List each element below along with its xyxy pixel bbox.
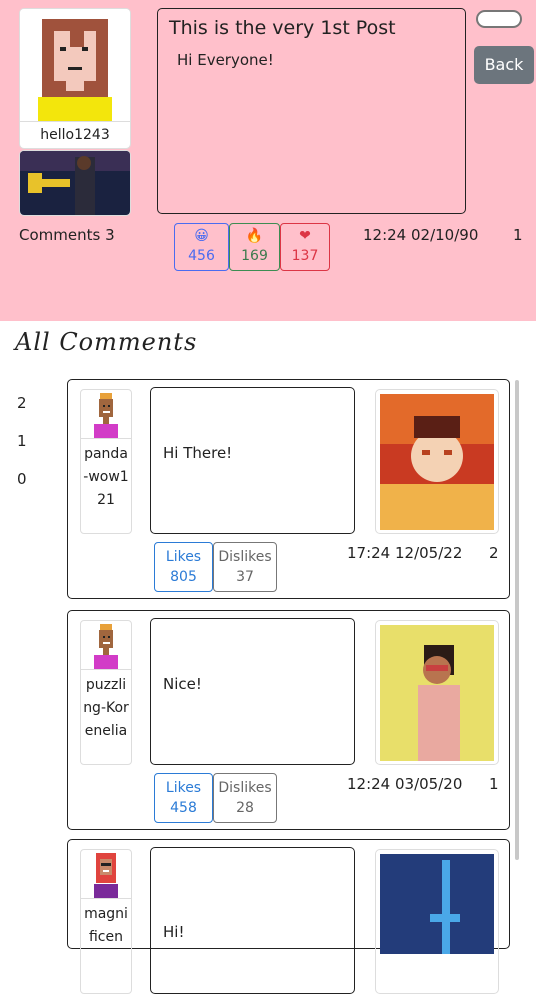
comment-text: Hi! <box>163 923 185 941</box>
reaction-count: 169 <box>241 248 268 264</box>
reaction-grinning-button[interactable]: 😀 456 <box>174 223 229 271</box>
dislikes-button[interactable]: Dislikes 28 <box>213 773 277 823</box>
post-content-box: This is the very 1st Post Hi Everyone! <box>157 8 466 214</box>
avatar <box>94 393 118 438</box>
scrollbar[interactable] <box>515 380 519 860</box>
comment-timestamp: 17:24 12/05/22 <box>347 544 463 562</box>
post-number: 1 <box>513 226 523 244</box>
post-timestamp: 12:24 02/10/90 <box>363 226 479 244</box>
post-area: hello1243 This is the very 1st Post Hi E… <box>0 0 536 321</box>
likes-label: Likes <box>165 549 202 565</box>
comment-image <box>375 389 499 534</box>
likes-button[interactable]: Likes 805 <box>154 542 213 592</box>
comment-card: puzzling-Korenelia Nice! Likes 458 Disli… <box>67 610 510 830</box>
commenter-avatar-card[interactable]: magnificen <box>80 849 132 994</box>
comment-number: 1 <box>489 775 499 793</box>
pagination: 2 1 0 <box>17 394 27 508</box>
reaction-count: 137 <box>291 248 319 264</box>
comment-text-box: Hi There! <box>150 387 355 534</box>
likes-count: 805 <box>170 569 197 585</box>
post-title: This is the very 1st Post <box>169 17 396 39</box>
post-author-avatar-card[interactable]: hello1243 <box>19 8 131 149</box>
all-comments-heading: All Comments <box>15 328 198 356</box>
grinning-face-icon: 😀 <box>194 228 209 244</box>
dislikes-count: 37 <box>236 569 254 585</box>
commenter-avatar-card[interactable]: panda-wow121 <box>80 389 132 534</box>
page-number[interactable]: 0 <box>17 470 27 508</box>
avatar <box>94 624 118 669</box>
comment-image <box>375 620 499 765</box>
fire-icon: 🔥 <box>245 228 264 244</box>
back-button[interactable]: Back <box>474 46 534 84</box>
comment-text-box: Nice! <box>150 618 355 765</box>
likes-button[interactable]: Likes 458 <box>154 773 213 823</box>
reaction-heart-button[interactable]: ❤ 137 <box>280 223 330 271</box>
likes-label: Likes <box>165 780 202 796</box>
toggle-switch[interactable] <box>476 10 522 28</box>
reaction-fire-button[interactable]: 🔥 169 <box>229 223 280 271</box>
dislikes-count: 28 <box>236 800 254 816</box>
post-author-username[interactable]: hello1243 <box>20 121 130 148</box>
comment-card: magnificen Hi! <box>67 839 510 994</box>
avatar <box>20 9 130 121</box>
heart-icon: ❤ <box>299 228 311 244</box>
comment-number: 2 <box>489 544 499 562</box>
commenter-avatar-card[interactable]: puzzling-Korenelia <box>80 620 132 765</box>
dislikes-label: Dislikes <box>218 780 272 796</box>
page-number[interactable]: 1 <box>17 432 27 470</box>
comment-card: panda-wow121 Hi There! Likes 805 Dislike… <box>67 379 510 599</box>
commenter-username[interactable]: panda-wow121 <box>81 438 131 512</box>
commenter-username[interactable]: magnificen <box>81 898 131 949</box>
comment-image <box>375 849 499 994</box>
post-body: Hi Everyone! <box>177 51 274 69</box>
page-number[interactable]: 2 <box>17 394 27 432</box>
avatar <box>94 853 118 898</box>
dislikes-button[interactable]: Dislikes 37 <box>213 542 277 592</box>
likes-count: 458 <box>170 800 197 816</box>
reaction-count: 456 <box>188 248 215 264</box>
comments-count: Comments 3 <box>19 226 115 244</box>
comment-timestamp: 12:24 03/05/20 <box>347 775 463 793</box>
comment-text: Nice! <box>163 675 202 693</box>
comment-text: Hi There! <box>163 444 233 462</box>
dislikes-label: Dislikes <box>218 549 272 565</box>
commenter-username[interactable]: puzzling-Korenelia <box>81 669 131 743</box>
post-gif-image <box>19 150 131 216</box>
comment-text-box: Hi! <box>150 847 355 994</box>
